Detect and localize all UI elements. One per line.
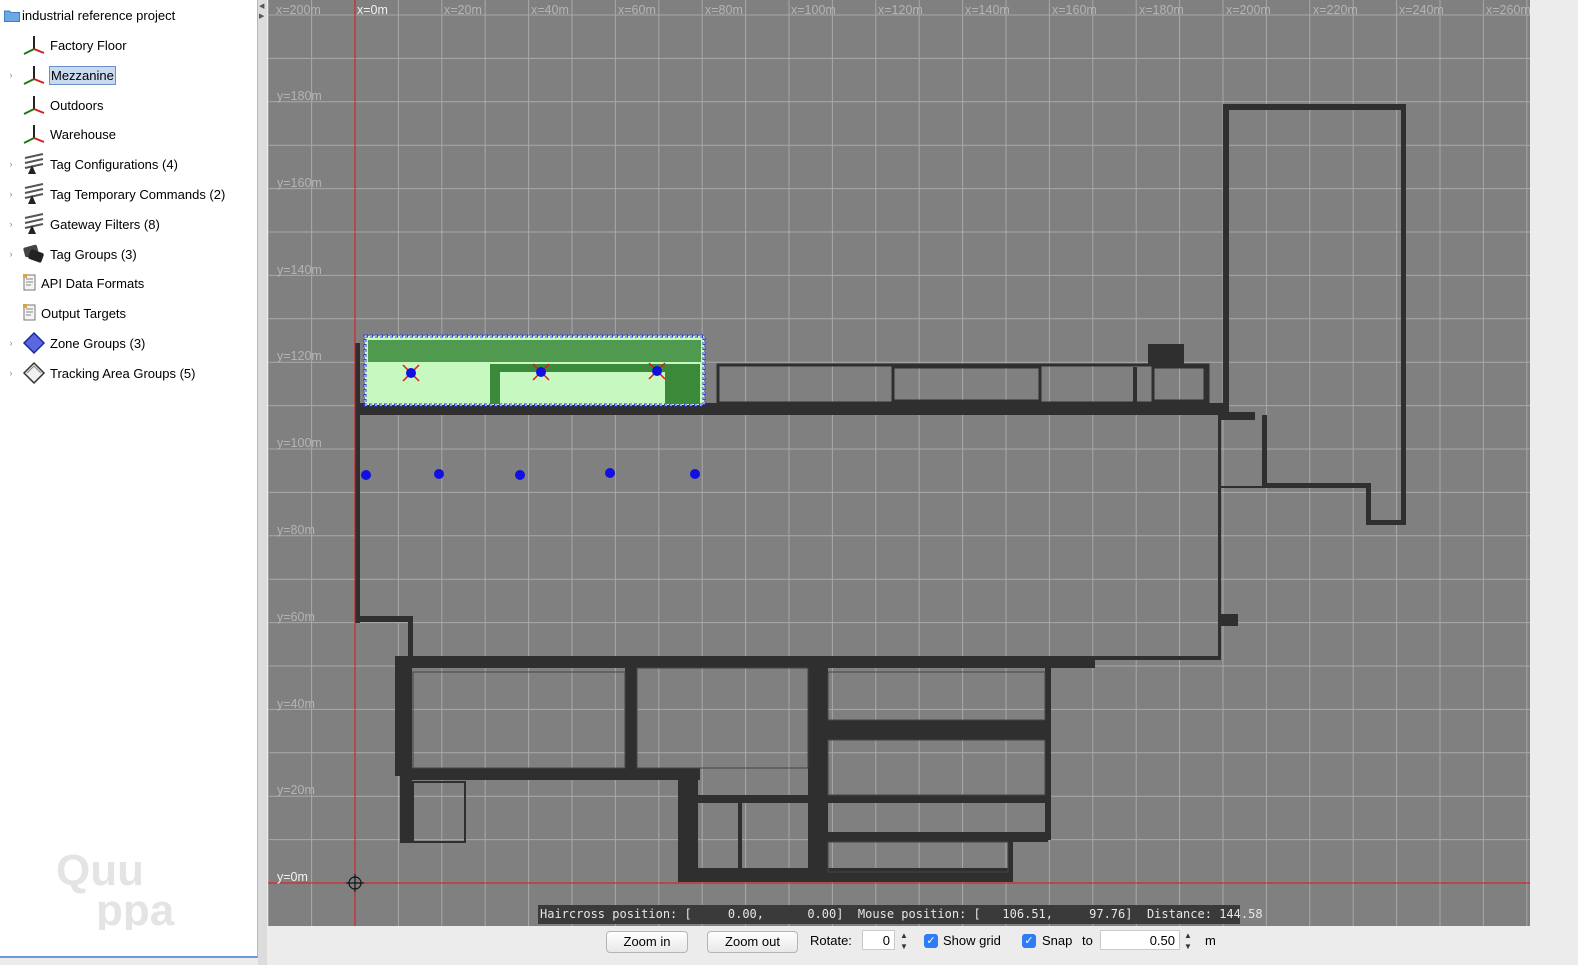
building-walls xyxy=(355,104,1406,882)
tree-item-label: Tag Configurations (4) xyxy=(50,157,178,173)
y-tick-label: y=100m xyxy=(277,436,322,450)
x-tick-label: x=60m xyxy=(618,3,656,17)
y-axis-labels: y=180m y=160m y=140m y=120m y=100m y=80m y=60m… xyxy=(277,89,322,884)
snap-unit-label: m xyxy=(1205,933,1216,948)
tree-item-label: Zone Groups (3) xyxy=(50,336,146,351)
distance-value: 144.58 xyxy=(1219,907,1263,921)
locator-marker-icon[interactable] xyxy=(434,469,444,479)
tree-root-label: industrial reference project xyxy=(22,7,176,23)
tracking-area-icon xyxy=(22,361,46,385)
y-tick-label: y=40m xyxy=(277,697,315,711)
tree-item-label: Tag Groups (3) xyxy=(50,246,137,262)
y-tick-label: y=120m xyxy=(277,349,322,363)
right-margin-panel xyxy=(1530,0,1578,926)
expand-arrow-icon[interactable]: › xyxy=(6,367,16,379)
haircross-label: Haircross position: xyxy=(540,907,678,921)
tree-item-label: Gateway Filters (8) xyxy=(50,216,160,232)
mouse-position-label: Mouse position: xyxy=(857,907,967,921)
tree-item-label: Tracking Area Groups (5) xyxy=(50,365,196,381)
coordinate-axes-icon xyxy=(22,33,46,57)
snap-spinner-arrows-icon[interactable]: ▲ ▼ xyxy=(1182,930,1194,952)
status-bar: Haircross position: [ 0.00, 0.00] Mouse … xyxy=(538,905,1263,924)
haircross-value: [ 0.00, 0.00] xyxy=(684,907,844,921)
rotate-spinner-arrows-icon[interactable]: ▲ ▼ xyxy=(898,930,910,952)
tree-item-label: Output Targets xyxy=(41,306,127,322)
x-tick-label: x=180m xyxy=(1139,3,1184,17)
rotate-spinner-input[interactable]: 0 xyxy=(862,930,895,950)
expand-arrow-icon[interactable]: › xyxy=(6,69,16,81)
x-tick-label: x=260m xyxy=(1486,3,1530,17)
coordinate-axes-icon xyxy=(22,122,46,146)
expand-arrow-icon[interactable]: › xyxy=(6,188,16,200)
snap-checkbox[interactable]: ✓ xyxy=(1022,934,1036,948)
rotate-label: Rotate: xyxy=(810,933,852,948)
zone-diamond-icon xyxy=(22,331,46,355)
expand-arrow-icon[interactable]: › xyxy=(6,218,16,230)
tree-root-project[interactable]: industrial reference project xyxy=(4,6,175,24)
coordinate-axes-icon xyxy=(22,93,46,117)
tree-item-label: Warehouse xyxy=(50,127,116,143)
map-toolbar: Zoom in Zoom out Rotate: 0 ▲ ▼ ✓ Show gri… xyxy=(268,927,1578,957)
y-tick-label: y=0m xyxy=(277,870,308,884)
x-tick-label: x=200m xyxy=(276,3,321,17)
x-tick-label: x=0m xyxy=(357,3,388,17)
zoom-out-button[interactable]: Zoom out xyxy=(707,931,798,953)
y-tick-label: y=60m xyxy=(277,610,315,624)
x-tick-label: x=80m xyxy=(705,3,743,17)
expand-arrow-icon[interactable]: › xyxy=(6,337,16,349)
mouse-position-value: [ 106.51, 97.76] xyxy=(973,907,1133,921)
tag-config-icon xyxy=(22,212,46,236)
tree-item-label: Mezzanine xyxy=(49,65,116,85)
x-tick-label: x=160m xyxy=(1052,3,1097,17)
x-tick-label: x=200m xyxy=(1226,3,1271,17)
x-tick-label: x=140m xyxy=(965,3,1010,17)
y-tick-label: y=20m xyxy=(277,783,315,797)
tree-item-label: Tag Temporary Commands (2) xyxy=(50,187,226,202)
watermark-line2: ppa xyxy=(96,886,175,930)
panel-splitter[interactable]: ◀ ▶ xyxy=(258,0,267,965)
tree-item-label: API Data Formats xyxy=(41,276,145,292)
x-tick-label: x=240m xyxy=(1399,3,1444,17)
y-tick-label: y=80m xyxy=(277,523,315,537)
x-tick-label: x=100m xyxy=(791,3,836,17)
y-tick-label: y=180m xyxy=(277,89,322,103)
tag-group-icon xyxy=(22,242,46,266)
grid-lines xyxy=(268,0,1530,926)
locator-marker-icon[interactable] xyxy=(690,469,700,479)
tag-config-icon xyxy=(22,152,46,176)
floor-plan-svg[interactable]: x=200m x=0m x=20m x=40m x=60m x=80m x=100m x=12… xyxy=(268,0,1530,926)
locator-marker-icon[interactable] xyxy=(515,470,525,480)
coordinate-axes-icon xyxy=(22,63,46,87)
x-tick-label: x=220m xyxy=(1313,3,1358,17)
origin-axes xyxy=(268,0,1530,926)
tag-config-icon xyxy=(22,182,46,206)
distance-label: Distance: xyxy=(1146,907,1212,921)
locator-marker-icon[interactable] xyxy=(361,470,371,480)
show-grid-checkbox[interactable]: ✓ xyxy=(924,934,938,948)
x-axis-labels: x=200m x=0m x=20m x=40m x=60m x=80m x=100m x=12… xyxy=(276,3,1530,17)
x-tick-label: x=20m xyxy=(444,3,482,17)
snap-to-label: to xyxy=(1082,933,1093,948)
x-tick-label: x=120m xyxy=(878,3,923,17)
collapse-right-arrow-icon[interactable]: ▶ xyxy=(259,12,264,20)
floor-plan-canvas[interactable]: x=200m x=0m x=20m x=40m x=60m x=80m x=100m x=12… xyxy=(268,0,1530,926)
show-grid-label: Show grid xyxy=(943,933,1001,948)
snap-label: Snap xyxy=(1042,933,1073,948)
tree-item-label: Factory Floor xyxy=(50,38,127,53)
project-tree[interactable]: industrial reference project Factory Flo… xyxy=(0,0,258,958)
x-tick-label: x=40m xyxy=(531,3,569,17)
y-tick-label: y=160m xyxy=(277,176,322,190)
quuppa-watermark-logo: Quu ppa xyxy=(56,845,206,935)
zoom-in-button[interactable]: Zoom in xyxy=(606,931,688,953)
y-tick-label: y=140m xyxy=(277,263,322,277)
folder-icon xyxy=(4,9,20,22)
collapse-left-arrow-icon[interactable]: ◀ xyxy=(259,2,264,10)
expand-arrow-icon[interactable]: › xyxy=(6,248,16,260)
locator-marker-icon[interactable] xyxy=(605,468,615,478)
expand-arrow-icon[interactable]: › xyxy=(6,158,16,170)
tree-item-label: Outdoors xyxy=(50,97,104,113)
snap-value-input[interactable]: 0.50 xyxy=(1100,930,1180,950)
